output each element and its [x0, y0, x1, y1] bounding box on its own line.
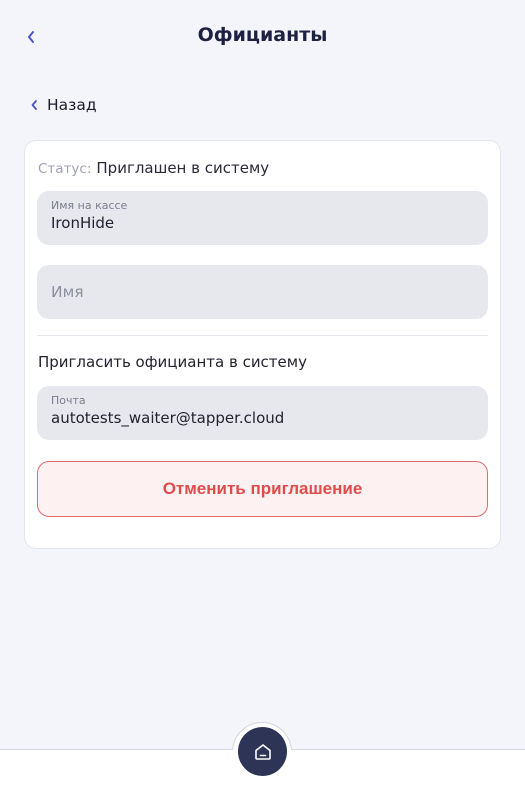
home-button[interactable]	[238, 727, 287, 776]
email-field[interactable]: Почта autotests_waiter@tapper.cloud	[37, 386, 488, 440]
email-label: Почта	[51, 394, 86, 407]
back-link-label: Назад	[47, 96, 97, 114]
home-icon	[254, 743, 271, 760]
status-row: Статус: Приглашен в систему	[38, 159, 269, 177]
waiter-card: Статус: Приглашен в систему Имя на кассе…	[24, 140, 501, 549]
cancel-invitation-label: Отменить приглашение	[162, 479, 363, 498]
invite-section-title: Пригласить официанта в систему	[38, 353, 307, 371]
name-field[interactable]: Имя	[37, 265, 488, 319]
chevron-left-icon	[31, 100, 37, 110]
cashier-name-label: Имя на кассе	[51, 199, 128, 212]
back-link[interactable]: Назад	[30, 95, 97, 115]
status-value: Приглашен в систему	[96, 159, 270, 177]
email-value: autotests_waiter@tapper.cloud	[51, 409, 285, 427]
page: Официанты Назад Статус: Приглашен в сист…	[0, 0, 525, 812]
cancel-invitation-button[interactable]: Отменить приглашение	[37, 461, 488, 517]
cashier-name-field[interactable]: Имя на кассе IronHide	[37, 191, 488, 245]
header: Официанты	[0, 0, 525, 72]
page-title: Официанты	[197, 24, 328, 46]
name-placeholder: Имя	[51, 283, 84, 301]
cashier-name-value: IronHide	[51, 214, 115, 232]
status-label: Статус:	[38, 161, 92, 177]
divider	[37, 335, 488, 336]
